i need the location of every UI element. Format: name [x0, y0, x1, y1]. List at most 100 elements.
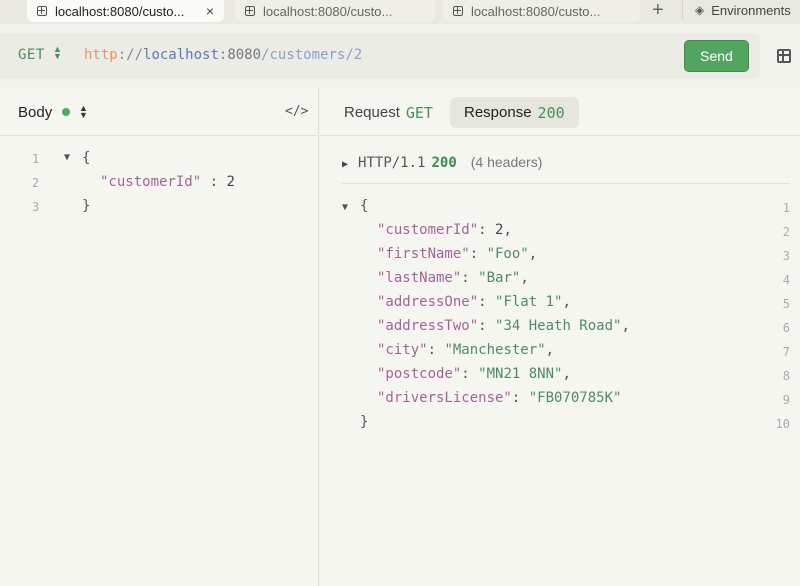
tab-label: localhost:8080/custo... — [471, 3, 601, 19]
url-bar: GET ▲ ▼ http://localhost:8080/customers/2… — [0, 33, 760, 79]
tab-request-1[interactable]: localhost:8080/custo... × — [27, 0, 224, 22]
json-pair: "city": "Manchester", — [377, 342, 555, 358]
response-line: "addressOne": "Flat 1", 5 — [320, 292, 800, 316]
url-host: localhost — [143, 47, 219, 63]
line-number: 2 — [782, 225, 790, 239]
line-number: 1 — [32, 152, 40, 166]
response-header: Request GET Response 200 — [320, 88, 800, 136]
json-value: "FB070785K" — [528, 390, 622, 406]
response-line: } 10 — [320, 412, 800, 436]
body-status-dot — [62, 108, 70, 116]
tab-status-code: 200 — [537, 103, 565, 122]
code-icon[interactable]: </> — [285, 104, 308, 119]
response-line: "driversLicense": "FB070785K" 9 — [320, 388, 800, 412]
response-line: "lastName": "Bar", 4 — [320, 268, 800, 292]
close-icon[interactable]: × — [196, 3, 214, 19]
tab-method: GET — [405, 103, 433, 122]
json-value: "Bar" — [478, 270, 521, 286]
line-number: 7 — [782, 345, 790, 359]
headers-count: (4 headers) — [470, 154, 543, 170]
json-key: "firstName" — [377, 246, 470, 262]
request-body-pane: Body ▲ ▼ </> 1 ▼ { 2 "customerId" : 2 3 } — [0, 88, 319, 586]
url-path: /customers/2 — [261, 47, 363, 63]
divider — [342, 183, 790, 184]
expand-arrow-icon: ▶ — [342, 159, 349, 170]
json-pair: "addressTwo": "34 Heath Road", — [377, 318, 630, 334]
code-text: } — [360, 414, 369, 430]
line-number: 6 — [782, 321, 790, 335]
response-status-toggle[interactable]: ▶ HTTP/1.1 200 (4 headers) — [342, 154, 542, 171]
json-value: "Manchester" — [444, 342, 546, 358]
method-chevron-icon[interactable]: ▲ ▼ — [53, 45, 62, 61]
url-separator: :// — [117, 47, 144, 63]
line-number: 1 — [782, 201, 790, 215]
tab-label: Request — [344, 104, 400, 121]
json-pair: "customerId": 2, — [377, 222, 512, 238]
body-header: Body ▲ ▼ </> — [0, 88, 318, 136]
json-pair: "addressOne": "Flat 1", — [377, 294, 571, 310]
response-line: "firstName": "Foo", 3 — [320, 244, 800, 268]
line-number: 8 — [782, 369, 790, 383]
response-body: ▼ {1 "customerId": 2, 2 "firstName": "Foo", 3… — [320, 196, 800, 436]
json-key: "customerId" — [100, 174, 202, 190]
status-protocol: HTTP/1.1 — [358, 155, 426, 171]
code-text: } — [82, 198, 91, 214]
json-pair: "postcode": "MN21 8NN", — [377, 366, 571, 382]
method-select[interactable]: GET — [18, 47, 45, 63]
json-key: "postcode" — [377, 366, 462, 382]
fold-arrow-icon[interactable]: ▼ — [64, 152, 70, 163]
url-scheme: http — [84, 47, 118, 63]
side-panel-button[interactable] — [767, 40, 800, 72]
code-text: { — [360, 198, 369, 214]
request-grid-icon — [37, 6, 47, 16]
body-type-label[interactable]: Body — [18, 104, 52, 121]
line-number: 2 — [32, 176, 40, 190]
response-line: "addressTwo": "34 Heath Road", 6 — [320, 316, 800, 340]
json-value: "34 Heath Road" — [495, 318, 622, 334]
json-value: "MN21 8NN" — [478, 366, 563, 382]
tab-bar: localhost:8080/custo... × localhost:8080… — [0, 0, 800, 24]
url-port: 8080 — [227, 47, 262, 63]
json-pair: "driversLicense": "FB070785K" — [377, 390, 622, 406]
environments-label: Environments — [711, 2, 791, 18]
add-tab-button[interactable]: + — [652, 0, 664, 22]
fold-arrow-icon[interactable]: ▼ — [342, 202, 348, 213]
json-key: "lastName" — [377, 270, 462, 286]
tab-label: localhost:8080/custo... — [55, 3, 185, 19]
send-button[interactable]: Send — [684, 40, 749, 72]
tab-request-3[interactable]: localhost:8080/custo... — [443, 0, 640, 22]
status-code: 200 — [431, 155, 457, 171]
json-key: "addressOne" — [377, 294, 479, 310]
json-value: "Flat 1" — [495, 294, 563, 310]
url-input[interactable]: http://localhost:8080/customers/2 — [84, 47, 362, 63]
json-separator: : — [201, 174, 227, 190]
line-number: 4 — [782, 273, 790, 287]
json-value: "Foo" — [486, 246, 529, 262]
json-key: "addressTwo" — [377, 318, 479, 334]
request-grid-icon — [245, 6, 255, 16]
tab-request[interactable]: Request GET — [330, 97, 447, 128]
body-editor[interactable]: 1 ▼ { 2 "customerId" : 2 3 } — [0, 148, 318, 220]
tab-label: Response — [464, 104, 532, 121]
code-text: "customerId" : 2 — [100, 174, 235, 190]
line-number: 5 — [782, 297, 790, 311]
body-type-chevron-icon[interactable]: ▲ ▼ — [79, 104, 88, 120]
response-line: "city": "Manchester", 7 — [320, 340, 800, 364]
json-key: "driversLicense" — [377, 390, 512, 406]
environments-button[interactable]: ◈ Environments — [682, 0, 791, 20]
json-pair: "lastName": "Bar", — [377, 270, 529, 286]
tab-label: localhost:8080/custo... — [263, 3, 393, 19]
editor-line: 3 } — [0, 196, 318, 220]
grid-icon — [776, 49, 791, 63]
json-pair: "firstName": "Foo", — [377, 246, 538, 262]
line-number: 9 — [782, 393, 790, 407]
editor-line: 1 ▼ { — [0, 148, 318, 172]
json-key: "customerId" — [377, 222, 479, 238]
tab-request-2[interactable]: localhost:8080/custo... — [235, 0, 435, 22]
tab-response[interactable]: Response 200 — [450, 97, 579, 128]
response-pane: Request GET Response 200 ▶ HTTP/1.1 200 (4 … — [320, 88, 800, 586]
line-number: 3 — [32, 200, 40, 214]
response-line: "customerId": 2, 2 — [320, 220, 800, 244]
line-number: 3 — [782, 249, 790, 263]
json-value: 2 — [226, 174, 235, 190]
